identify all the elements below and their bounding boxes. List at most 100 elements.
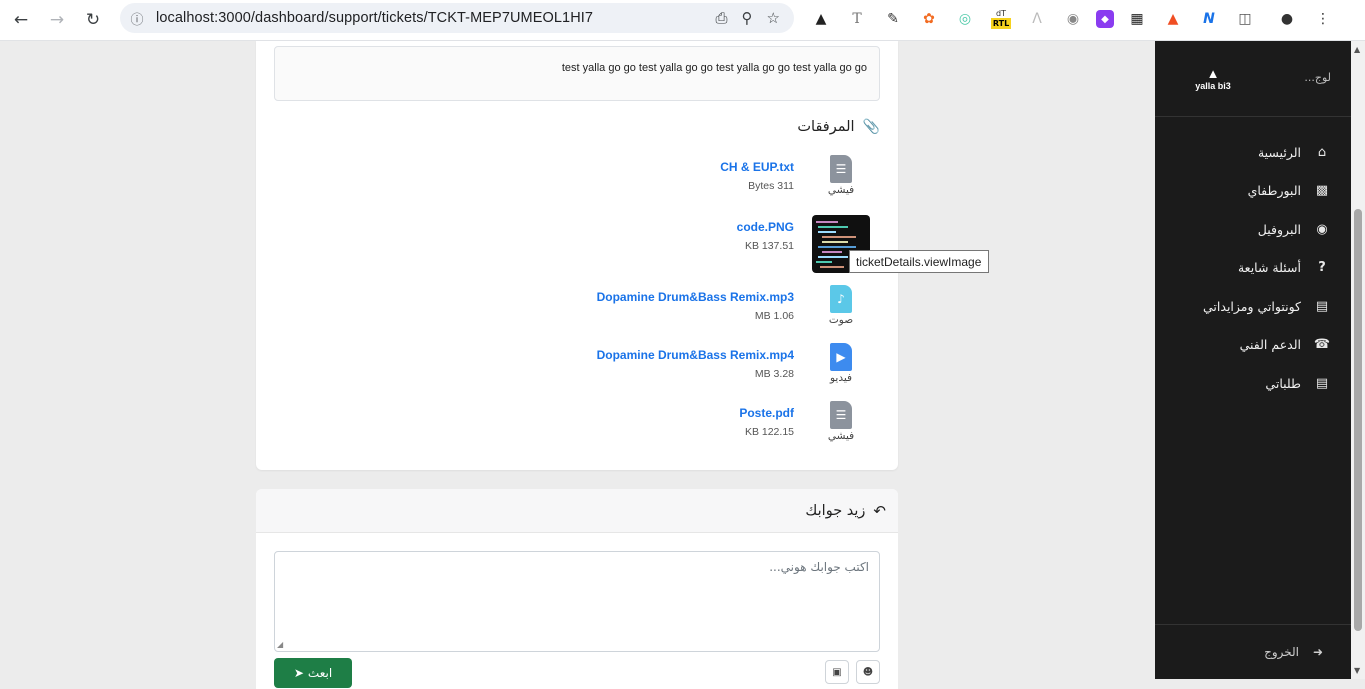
- back-icon[interactable]: ←: [3, 2, 39, 38]
- attachment-size: Bytes 311: [748, 180, 794, 192]
- reply-textarea-wrapper: ◢: [274, 551, 880, 652]
- extensions-bar: ▲ T ✎ ✿ ◎ dT RTL Λ ◉ ◆ ▦ ▲ N ◫ ● ⋮: [808, 6, 1336, 32]
- home-icon: ⌂: [1317, 144, 1327, 160]
- ticket-description-text: test yalla go go test yalla go go test y…: [561, 62, 867, 74]
- rtl-badge-top: dT: [996, 8, 1006, 18]
- extension-purple-icon[interactable]: ◆: [1096, 10, 1114, 28]
- sidebar-item-home[interactable]: ⌂ الرئيسية: [1155, 133, 1351, 172]
- sidebar-item-label: الدعم الفني: [1239, 337, 1301, 353]
- sidebar-item-listings[interactable]: ▤ كونتواتي ومزايداتي: [1155, 287, 1351, 326]
- brand-name: yalla bi3: [1195, 81, 1231, 91]
- attachment-type-label: صوت: [828, 314, 854, 326]
- sidebar-item-label: أسئلة شايعة: [1237, 260, 1301, 276]
- attachment-name[interactable]: CH & EUP.txt: [720, 160, 794, 174]
- paperclip-icon: 📎: [862, 119, 880, 135]
- attach-image-button[interactable]: ▣: [825, 660, 849, 684]
- extension-orange-icon[interactable]: ✿: [916, 6, 942, 32]
- attachment-item[interactable]: ☰ فيشي Poste.pdf KB 122.15: [450, 401, 870, 457]
- document-icon: ☰: [830, 155, 852, 183]
- profile-avatar-icon[interactable]: ●: [1274, 6, 1300, 32]
- reply-header: ↶ زيد جوابك: [256, 489, 898, 533]
- attachment-type-label: فيديو: [829, 372, 853, 384]
- clipboard-icon: ▤: [1315, 375, 1329, 391]
- document-icon: ☰: [830, 401, 852, 429]
- paper-plane-icon: ➤: [293, 666, 304, 680]
- extension-picker-icon[interactable]: ✎: [880, 6, 906, 32]
- attachment-type-label: فيشي: [827, 430, 855, 442]
- install-app-icon[interactable]: ⎙: [716, 9, 728, 27]
- browser-menu-icon[interactable]: ⋮: [1310, 6, 1336, 32]
- attachment-name[interactable]: Dopamine Drum&Bass Remix.mp4: [597, 348, 794, 362]
- flame-icon: ▲: [1206, 66, 1220, 81]
- scrollbar-thumb[interactable]: [1354, 209, 1362, 631]
- sidebar-item-profile[interactable]: ◉ البروفيل: [1155, 210, 1351, 249]
- sidebar-item-faq[interactable]: ? أسئلة شايعة: [1155, 249, 1351, 288]
- send-button[interactable]: ابعث ➤: [274, 658, 352, 688]
- browser-toolbar: ← → ↻ ⓘ localhost:3000/dashboard/support…: [0, 0, 1365, 41]
- reload-icon[interactable]: ↻: [75, 2, 111, 38]
- extensions-puzzle-icon[interactable]: ◫: [1232, 6, 1258, 32]
- extension-rtl-icon[interactable]: dT RTL: [988, 6, 1014, 32]
- extension-fire-icon[interactable]: ▲: [1160, 6, 1186, 32]
- view-image-tooltip: ticketDetails.viewImage: [849, 250, 989, 273]
- reply-textarea[interactable]: [275, 552, 879, 651]
- bookmark-star-icon[interactable]: ☆: [767, 9, 780, 27]
- rtl-badge: RTL: [990, 17, 1012, 29]
- zoom-icon[interactable]: ⚲: [742, 9, 753, 27]
- logout-label: الخروج: [1264, 645, 1299, 659]
- user-circle-icon: ◉: [1316, 221, 1328, 237]
- extension-text-icon[interactable]: T: [844, 6, 870, 32]
- attachment-thumb[interactable]: ☰ فيشي: [812, 155, 870, 213]
- sidebar-item-label: كونتواتي ومزايداتي: [1203, 298, 1301, 314]
- reply-arrow-icon: ↶: [873, 501, 886, 520]
- address-bar[interactable]: ⓘ localhost:3000/dashboard/support/ticke…: [120, 3, 794, 33]
- attachment-name[interactable]: Poste.pdf: [739, 406, 794, 420]
- attachment-thumb[interactable]: ▶ فيديو: [812, 343, 870, 401]
- send-label: ابعث: [307, 666, 333, 680]
- attachment-name[interactable]: code.PNG: [737, 220, 794, 234]
- attachment-item[interactable]: ♪ صوت Dopamine Drum&Bass Remix.mp3 MB 1.…: [450, 285, 870, 341]
- attachment-size: KB 122.15: [744, 426, 794, 438]
- attachment-size: MB 1.06: [754, 310, 794, 322]
- site-info-icon[interactable]: ⓘ: [122, 9, 152, 28]
- attachment-item[interactable]: code.PNG KB 137.51: [450, 215, 870, 273]
- page-scrollbar[interactable]: ▲ ▼: [1351, 41, 1365, 679]
- sidebar-item-orders[interactable]: ▤ طلباتي: [1155, 364, 1351, 403]
- attachment-name[interactable]: Dopamine Drum&Bass Remix.mp3: [597, 290, 794, 304]
- sidebar-brand: ▲ yalla bi3 لوج...: [1155, 41, 1351, 117]
- brand-logo[interactable]: ▲ yalla bi3: [1195, 66, 1231, 92]
- question-icon: ?: [1318, 260, 1326, 276]
- logout-button[interactable]: ➜ الخروج: [1155, 624, 1351, 679]
- forward-icon[interactable]: →: [39, 2, 75, 38]
- images-icon: ▤: [1315, 298, 1329, 314]
- sidebar-collapse-label[interactable]: لوج...: [1304, 71, 1331, 84]
- attachment-item[interactable]: ☰ فيشي CH & EUP.txt Bytes 311: [450, 155, 870, 211]
- extension-circle-icon[interactable]: ◎: [952, 6, 978, 32]
- emoji-button[interactable]: ☻: [856, 660, 880, 684]
- attachment-thumb[interactable]: ☰ فيشي: [812, 401, 870, 459]
- attachment-item[interactable]: ▶ فيديو Dopamine Drum&Bass Remix.mp4 MB …: [450, 343, 870, 399]
- scroll-up-icon[interactable]: ▲: [1354, 45, 1360, 54]
- extension-camera-icon[interactable]: ◉: [1060, 6, 1086, 32]
- resize-grip-icon[interactable]: ◢: [277, 640, 283, 649]
- attachment-type-label: فيشي: [827, 184, 855, 196]
- attachments-title: المرفقات: [797, 119, 855, 135]
- scroll-down-icon[interactable]: ▼: [1354, 666, 1360, 675]
- headset-icon: ☎: [1313, 337, 1331, 353]
- sidebar-item-label: طلباتي: [1265, 375, 1301, 391]
- wallet-icon: ▩: [1315, 183, 1329, 199]
- video-icon: ▶: [830, 343, 852, 371]
- extension-grid-icon[interactable]: ▦: [1124, 6, 1150, 32]
- sidebar-item-wallet[interactable]: ▩ البورطفاي: [1155, 172, 1351, 211]
- sidebar-item-support[interactable]: ☎ الدعم الفني: [1155, 326, 1351, 365]
- extension-n-icon[interactable]: N: [1196, 6, 1222, 32]
- extension-cat-icon[interactable]: ▲: [808, 6, 834, 32]
- ticket-description: test yalla go go test yalla go go test y…: [274, 46, 880, 101]
- extension-a-icon[interactable]: Λ: [1024, 6, 1050, 32]
- sidebar-item-label: الرئيسية: [1257, 144, 1301, 160]
- image-icon: ▣: [832, 666, 842, 678]
- url-text[interactable]: localhost:3000/dashboard/support/tickets…: [156, 10, 593, 26]
- audio-icon: ♪: [830, 285, 852, 313]
- attachment-thumb[interactable]: ♪ صوت: [812, 285, 870, 343]
- reply-title: زيد جوابك: [805, 502, 866, 519]
